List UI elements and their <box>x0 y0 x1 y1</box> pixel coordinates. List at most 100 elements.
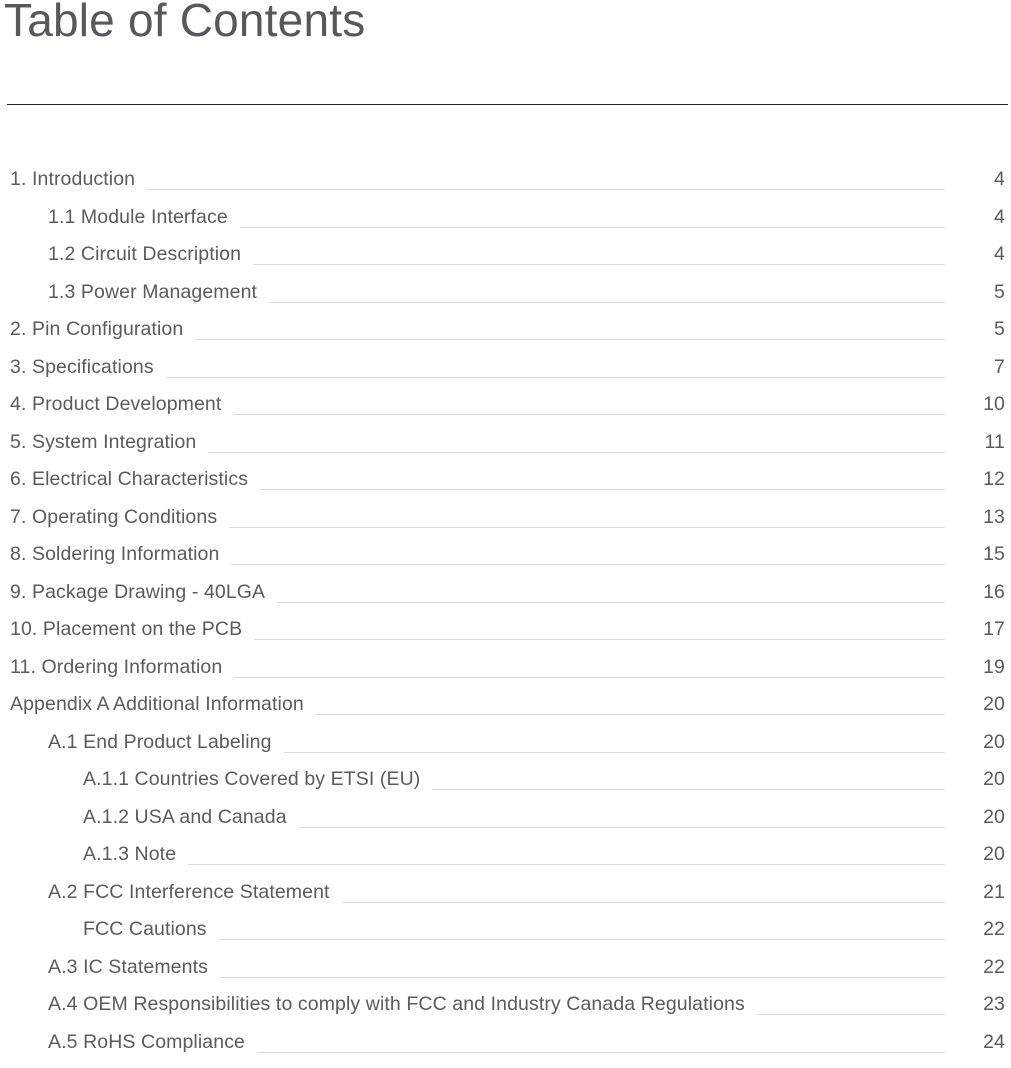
toc-leader-line <box>342 902 945 903</box>
toc-entry-label: 4. Product Development <box>10 393 233 416</box>
toc-entry[interactable]: 8. Soldering Information 15 <box>0 543 1011 581</box>
toc-leader-line <box>260 489 945 490</box>
toc-leader-line <box>147 189 945 190</box>
toc-page-number: 4 <box>945 206 1005 229</box>
toc-entry-label: 7. Operating Conditions <box>10 506 229 529</box>
toc-leader-line <box>299 827 945 828</box>
page-title: Table of Contents <box>4 0 365 48</box>
toc-leader-line <box>208 452 945 453</box>
toc-entry[interactable]: A.2 FCC Interference Statement 21 <box>0 881 1011 919</box>
toc-leader-line <box>195 339 945 340</box>
toc-entry[interactable]: 5. System Integration 11 <box>0 431 1011 469</box>
toc-entry[interactable]: 4. Product Development 10 <box>0 393 1011 431</box>
toc-page-number: 17 <box>945 618 1005 641</box>
toc-leader-line <box>257 1052 945 1053</box>
toc-leader-line <box>234 677 945 678</box>
toc-entry-label: FCC Cautions <box>83 918 219 941</box>
toc-entry-label: Appendix A Additional Information <box>10 693 316 716</box>
toc-page-number: 10 <box>945 393 1005 416</box>
toc-leader-line <box>188 864 945 865</box>
toc-entry-label: 3. Specifications <box>10 356 166 379</box>
toc-entry-label: A.3 IC Statements <box>48 956 220 979</box>
toc-page-number: 22 <box>945 956 1005 979</box>
toc-page-number: 20 <box>945 843 1005 866</box>
toc-page-number: 20 <box>945 731 1005 754</box>
toc-entry[interactable]: 1. Introduction 4 <box>0 168 1011 206</box>
toc-entry[interactable]: 1.2 Circuit Description 4 <box>0 243 1011 281</box>
toc-entry-label: 1.3 Power Management <box>48 281 269 304</box>
toc-entry[interactable]: 10. Placement on the PCB 17 <box>0 618 1011 656</box>
toc-entry-label: 2. Pin Configuration <box>10 318 195 341</box>
toc-leader-line <box>432 789 945 790</box>
toc-leader-line <box>254 639 945 640</box>
toc-page-number: 16 <box>945 581 1005 604</box>
toc-entry[interactable]: A.1.3 Note 20 <box>0 843 1011 881</box>
toc-leader-line <box>233 414 945 415</box>
toc-leader-line <box>240 227 945 228</box>
toc-entry-label: 6. Electrical Characteristics <box>10 468 260 491</box>
toc-entry[interactable]: A.4 OEM Responsibilities to comply with … <box>0 993 1011 1031</box>
toc-entry-label: 5. System Integration <box>10 431 208 454</box>
toc-leader-line <box>316 714 945 715</box>
toc-page-number: 4 <box>945 243 1005 266</box>
toc-leader-line <box>277 602 945 603</box>
toc-entry[interactable]: 2. Pin Configuration 5 <box>0 318 1011 356</box>
table-of-contents-page: Table of Contents 1. Introduction41.1 Mo… <box>0 0 1011 1057</box>
toc-entry[interactable]: 9. Package Drawing - 40LGA 16 <box>0 581 1011 619</box>
toc-leader-line <box>284 752 945 753</box>
toc-entry[interactable]: A.1.2 USA and Canada 20 <box>0 806 1011 844</box>
toc-page-number: 20 <box>945 693 1005 716</box>
toc-entry-label: A.5 RoHS Compliance <box>48 1031 257 1054</box>
toc-page-number: 15 <box>945 543 1005 566</box>
toc-page-number: 23 <box>945 993 1005 1016</box>
toc-page-number: 24 <box>945 1031 1005 1054</box>
toc-entry[interactable]: 6. Electrical Characteristics 12 <box>0 468 1011 506</box>
toc-page-number: 20 <box>945 768 1005 791</box>
toc-leader-line <box>220 977 945 978</box>
toc-entry-label: A.2 FCC Interference Statement <box>48 881 342 904</box>
toc-page-number: 13 <box>945 506 1005 529</box>
toc-entry[interactable]: Appendix A Additional Information 20 <box>0 693 1011 731</box>
toc-entry[interactable]: A.1 End Product Labeling 20 <box>0 731 1011 769</box>
toc-page-number: 5 <box>945 281 1005 304</box>
toc-entry[interactable]: 1.3 Power Management 5 <box>0 281 1011 319</box>
toc-entry-label: A.1.3 Note <box>83 843 188 866</box>
toc-page-number: 22 <box>945 918 1005 941</box>
toc-leader-line <box>757 1014 945 1015</box>
toc-leader-line <box>253 264 945 265</box>
toc-entry-label: 1.1 Module Interface <box>48 206 240 229</box>
toc-leader-line <box>269 302 945 303</box>
toc-entry[interactable]: A.5 RoHS Compliance 24 <box>0 1031 1011 1068</box>
toc-entry-label: A.1.1 Countries Covered by ETSI (EU) <box>83 768 432 791</box>
toc-entry-label: 11. Ordering Information <box>10 656 234 679</box>
toc-entry-label: A.1 End Product Labeling <box>48 731 284 754</box>
toc-page-number: 20 <box>945 806 1005 829</box>
toc-entry-label: 1. Introduction <box>10 168 147 191</box>
toc-page-number: 4 <box>945 168 1005 191</box>
toc-entry-label: 8. Soldering Information <box>10 543 231 566</box>
toc-entry[interactable]: 11. Ordering Information 19 <box>0 656 1011 694</box>
toc-leader-line <box>219 939 945 940</box>
toc-entry-label: 9. Package Drawing - 40LGA <box>10 581 277 604</box>
toc-page-number: 21 <box>945 881 1005 904</box>
toc-page-number: 7 <box>945 356 1005 379</box>
toc-entry[interactable]: 1.1 Module Interface 4 <box>0 206 1011 244</box>
toc-entry-label: 1.2 Circuit Description <box>48 243 253 266</box>
toc-page-number: 12 <box>945 468 1005 491</box>
toc-entry[interactable]: 7. Operating Conditions 13 <box>0 506 1011 544</box>
toc-leader-line <box>166 377 945 378</box>
toc-page-number: 19 <box>945 656 1005 679</box>
toc-leader-line <box>229 527 945 528</box>
toc-entry-label: 10. Placement on the PCB <box>10 618 254 641</box>
toc-entry-label: A.4 OEM Responsibilities to comply with … <box>48 993 757 1016</box>
toc-page-number: 11 <box>945 431 1005 454</box>
toc-entry[interactable]: A.3 IC Statements 22 <box>0 956 1011 994</box>
toc-entry[interactable]: FCC Cautions 22 <box>0 918 1011 956</box>
toc-entry-list: 1. Introduction41.1 Module Interface41.2… <box>0 168 1011 1068</box>
toc-page-number: 5 <box>945 318 1005 341</box>
toc-entry[interactable]: A.1.1 Countries Covered by ETSI (EU) 20 <box>0 768 1011 806</box>
toc-entry-label: A.1.2 USA and Canada <box>83 806 299 829</box>
title-divider <box>7 104 1008 105</box>
toc-entry[interactable]: 3. Specifications 7 <box>0 356 1011 394</box>
toc-leader-line <box>231 564 945 565</box>
